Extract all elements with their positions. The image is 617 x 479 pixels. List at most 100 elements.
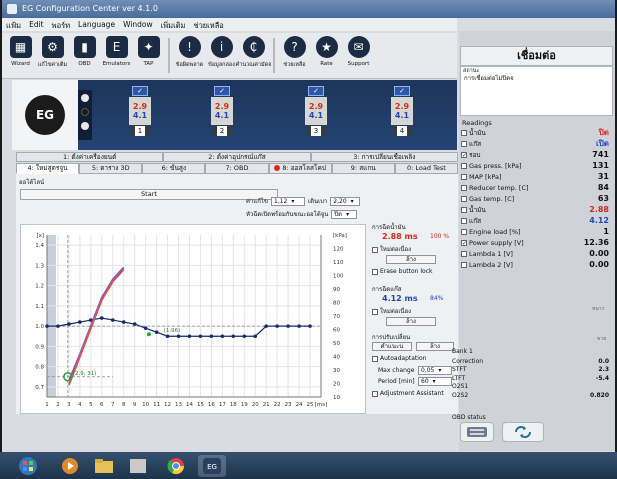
max-change-select[interactable]: 0,05 ▾ — [418, 366, 452, 375]
tab-bottom[interactable]: 9: สแกน — [331, 163, 395, 174]
toolbar-button[interactable]: ⚙ แก้ไขค่าเติม — [38, 36, 67, 75]
menu-item[interactable]: Edit — [29, 20, 44, 31]
toolbar-button[interactable]: ▮ OBD — [70, 36, 99, 75]
toolbar-button[interactable]: i ข้อมูลกล่อง — [207, 36, 236, 75]
chart-point — [121, 320, 126, 324]
x-tick-label: 22 — [274, 402, 281, 408]
reading-checkbox[interactable] — [461, 129, 467, 136]
erase-checkbox[interactable] — [372, 268, 378, 275]
x-tick-label: 6 — [100, 402, 104, 408]
toolbar-button[interactable]: ✦ TAP — [134, 36, 163, 75]
toolbar-button[interactable]: ? ช่วยเหลือ — [280, 36, 309, 75]
tab-bottom[interactable]: 8: ออสโลสโคป — [268, 163, 332, 174]
reading-checkbox[interactable] — [461, 217, 467, 224]
status-text: การเชื่อมต่อไม่ปิดจ — [464, 75, 514, 82]
dev-select[interactable]: 2,20 ▾ — [330, 196, 361, 206]
toolbar-button[interactable]: ▦ Wizard — [6, 36, 35, 75]
reading-value: 0.00 — [589, 260, 609, 269]
bank-row: Correction 0.0 — [450, 357, 613, 366]
autoadapt-checkbox[interactable] — [372, 355, 378, 362]
media-player-button[interactable] — [56, 455, 84, 477]
reading-checkbox[interactable] — [461, 228, 467, 235]
reading-row: Engine load [%] 1 — [461, 226, 613, 237]
gas-checkbox[interactable] — [372, 246, 378, 253]
menu-item[interactable]: Window — [123, 20, 153, 31]
reading-value: 12.36 — [583, 238, 609, 247]
tab-label: 0: Load Test — [406, 164, 446, 172]
lpg-check-row[interactable]: ใหม่ต่อเนื่อง — [372, 306, 411, 316]
tab-top[interactable]: 3: การเปลี่ยนเชื้อเพลิง — [310, 152, 458, 162]
adjust-clear-button[interactable]: ล้าง — [416, 342, 454, 351]
chart-point — [286, 324, 290, 328]
tab-top[interactable]: 2: ตั้งค่าอุปกรณ์แก๊ส — [163, 152, 311, 162]
menu-item[interactable]: พอร์ท — [52, 20, 70, 31]
period-select[interactable]: 60 ▾ — [418, 377, 452, 386]
start-button[interactable]: Start — [20, 189, 278, 200]
reading-checkbox[interactable] — [461, 195, 467, 202]
menu-item[interactable]: ช่วยเหลือ — [193, 20, 223, 31]
tab-bottom[interactable]: 0: Load Test — [394, 163, 458, 174]
menu-item[interactable]: เพิ่มเติม — [161, 20, 186, 31]
connect-button[interactable]: เชื่อมต่อ — [460, 46, 613, 66]
tab-bottom[interactable]: 4: ใหม่สูตรจูน — [16, 163, 80, 174]
support-icon: ✉ — [347, 36, 370, 58]
refresh-button[interactable] — [502, 422, 544, 442]
x-tick-label: 13 — [175, 402, 182, 408]
assistant-checkbox[interactable] — [372, 390, 378, 397]
eg-taskbar-button[interactable]: EG — [198, 455, 226, 477]
assistant-row[interactable]: Adjustment Assistant — [372, 390, 444, 397]
reading-checkbox[interactable]: ✓ — [461, 151, 467, 158]
lpg-checkbox[interactable] — [372, 308, 378, 315]
autoadapt-row[interactable]: Autoadaptation — [372, 355, 426, 362]
chart-highlight-point — [146, 332, 151, 337]
reading-value: 63 — [597, 194, 609, 203]
simultaneous-select[interactable]: ปิด ▾ — [331, 209, 358, 219]
reading-checkbox[interactable] — [461, 261, 467, 268]
app-button[interactable] — [124, 455, 152, 477]
chart-point — [198, 334, 203, 339]
step-select[interactable]: 1,12 ▾ — [271, 196, 306, 206]
bank-label: O2S1 — [452, 383, 469, 391]
toolbar-button[interactable]: ! ข้อผิดพลาด — [175, 36, 204, 75]
reading-checkbox[interactable] — [461, 250, 467, 257]
reading-row: ✓ Power supply [V] 12.36 — [461, 237, 613, 248]
reading-value: เปิด — [595, 139, 609, 148]
reading-checkbox[interactable] — [461, 206, 467, 213]
toolbar-button[interactable]: ★ Rate — [312, 36, 341, 75]
tab-top[interactable]: 1: ตั้งค่าเครื่องยนต์ — [16, 152, 164, 162]
gas-clear-button[interactable]: ล้าง — [386, 255, 436, 264]
reading-row: ✓ รอบ 741 — [461, 149, 613, 160]
menu-item[interactable]: แฟ้ม — [6, 20, 21, 31]
bank-row: STFT 2.3 — [450, 366, 613, 375]
bank-label: STFT — [452, 366, 467, 374]
gas-ms: 2.88 ms — [382, 232, 418, 241]
menu-item[interactable]: Language — [78, 20, 115, 31]
lpg-clear-button[interactable]: ล้าง — [386, 317, 436, 326]
toolbar-button[interactable]: ₵ คำนวณค่ามัดจ — [236, 36, 271, 75]
reading-row: Gas press. [kPa] 131 — [461, 160, 613, 171]
menu-bar: แฟ้ม Edit พอร์ท Language Window เพิ่มเติม ช่วย… — [2, 18, 457, 31]
reading-checkbox[interactable] — [461, 184, 467, 191]
tab-bottom[interactable]: 7: OBD — [205, 163, 269, 174]
toolbar-button[interactable]: E Emulators — [102, 36, 131, 75]
start-menu-button[interactable] — [14, 455, 42, 477]
adjust-hint-button[interactable]: คำแนะน — [372, 342, 412, 351]
tab-bottom[interactable]: 6: ขั้นสูง — [142, 163, 206, 174]
reading-checkbox[interactable]: ✓ — [461, 239, 467, 246]
file-explorer-button[interactable] — [90, 455, 118, 477]
gas-check-row[interactable]: ใหม่ต่อเนื่อง — [372, 244, 411, 254]
injector-number: 1 — [135, 126, 145, 136]
chrome-button[interactable] — [162, 455, 190, 477]
reading-checkbox[interactable] — [461, 162, 467, 169]
tab-bottom[interactable]: 5: ตาราง 3D — [79, 163, 143, 174]
toolbar-button[interactable]: ✉ Support — [344, 36, 373, 75]
simultaneous-control: หัวฉีดเปิดพร้อมกันขณะออโต้จูน ปิด ▾ — [246, 209, 358, 219]
erase-lock-row[interactable]: Erase button lock — [372, 268, 432, 275]
autotune-panel: ออโต้ไลน์ Start ค่าแก้ไข 1,12 ▾ เดินเบา 2… — [16, 174, 458, 414]
x-tick-label: 18 — [230, 402, 237, 408]
obd-connector-button[interactable] — [460, 422, 494, 442]
x-tick-label: 14 — [186, 402, 193, 408]
reading-checkbox[interactable] — [461, 140, 467, 147]
reading-label: Reducer temp. [C] — [469, 183, 529, 192]
reading-checkbox[interactable] — [461, 173, 467, 180]
